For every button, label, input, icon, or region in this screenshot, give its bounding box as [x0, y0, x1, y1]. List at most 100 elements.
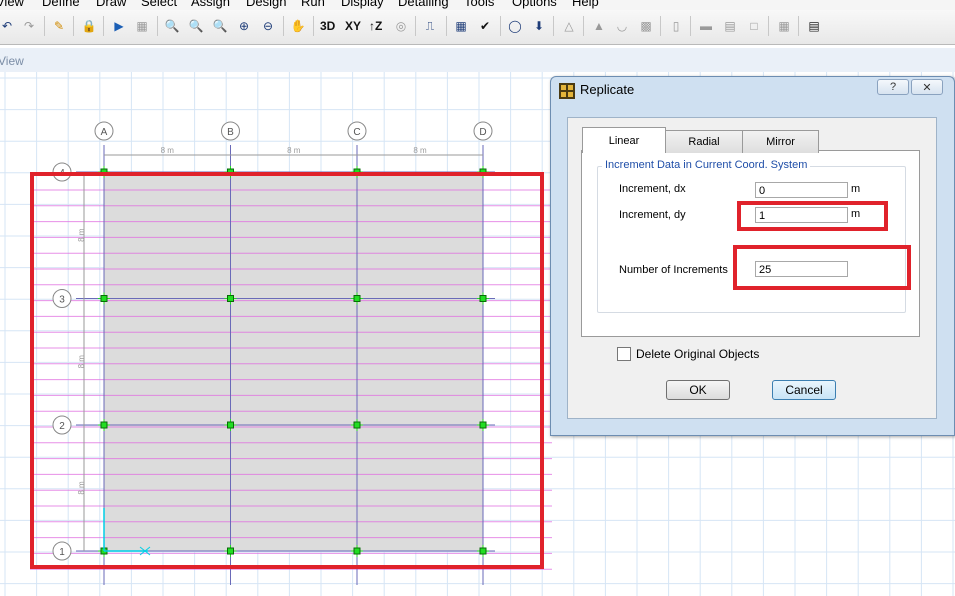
grid-bubble-label: C — [353, 127, 360, 138]
menu-assign[interactable]: Assign — [191, 0, 230, 9]
num-increments-field[interactable]: 25 — [755, 261, 848, 277]
view-z-button[interactable]: ↑Z — [369, 17, 382, 35]
dx-unit: m — [851, 183, 861, 195]
undo-icon[interactable]: ↶ — [0, 17, 16, 35]
menu-draw[interactable]: Draw — [96, 0, 126, 9]
menu-tools[interactable]: Tools — [464, 0, 494, 9]
table-icon[interactable]: ▤ — [805, 17, 823, 35]
toolbar-separator — [446, 16, 447, 36]
toolbar-separator — [660, 16, 661, 36]
grid-bubble-label: A — [101, 127, 108, 138]
tab-mirror[interactable]: Mirror — [742, 130, 819, 153]
grid-bubble-label: 3 — [59, 295, 65, 306]
joint — [227, 168, 234, 176]
toolbar-separator — [103, 16, 104, 36]
grid-bubble-label: 2 — [59, 421, 65, 432]
menu-design[interactable]: Design — [246, 0, 286, 9]
toolbar-separator — [73, 16, 74, 36]
toolbar-separator — [313, 16, 314, 36]
grid-bubble-label: 4 — [59, 168, 65, 179]
dimension-label: 8 m — [77, 355, 86, 369]
slab-area — [104, 172, 483, 551]
delete-original-label: Delete Original Objects — [636, 347, 760, 361]
column-icon[interactable]: ▲ — [590, 17, 608, 35]
toolbar-separator — [157, 16, 158, 36]
toolbar-separator — [500, 16, 501, 36]
dimension-label: 8 m — [77, 228, 86, 242]
select-box-icon[interactable]: □ — [745, 17, 763, 35]
beam-icon[interactable]: ◡ — [613, 17, 631, 35]
menu-detailing[interactable]: Detailing — [398, 0, 449, 9]
joint — [353, 421, 361, 429]
check-icon[interactable]: ✔ — [476, 17, 494, 35]
toolbar-separator — [283, 16, 284, 36]
section-icon[interactable]: ▬ — [697, 17, 715, 35]
grid-bubble-label: 1 — [59, 547, 65, 558]
run-analysis-icon[interactable]: ▶ — [110, 17, 128, 35]
lock-model-icon[interactable]: ▦ — [133, 17, 151, 35]
toolbar-separator — [415, 16, 416, 36]
zoom-out-icon[interactable]: ⊖ — [259, 17, 277, 35]
properties-icon[interactable]: ▤ — [721, 17, 739, 35]
menu-view[interactable]: View — [0, 0, 24, 9]
delete-original-checkbox[interactable] — [617, 347, 631, 361]
menu-display[interactable]: Display — [341, 0, 384, 9]
snap-grid-icon[interactable]: ▦ — [452, 17, 470, 35]
dy-label: Increment, dy — [619, 209, 686, 221]
joint — [479, 168, 487, 176]
grid-bubble-label: D — [479, 127, 486, 138]
joint — [227, 295, 234, 302]
rotate-view-icon[interactable]: ◎ — [392, 17, 410, 35]
ok-button[interactable]: OK — [666, 380, 730, 400]
view-xy-button[interactable]: XY — [345, 17, 361, 35]
wall-icon[interactable]: ▯ — [667, 17, 685, 35]
pencil-icon[interactable]: ✎ — [50, 17, 68, 35]
zoom-window-icon[interactable]: 🔍 — [163, 17, 181, 35]
tab-linear[interactable]: Linear — [582, 127, 666, 153]
cancel-button[interactable]: Cancel — [772, 380, 836, 400]
toolbar-separator — [553, 16, 554, 36]
close-button[interactable]: ✕ — [911, 79, 943, 95]
dx-field[interactable]: 0 — [755, 182, 848, 198]
pan-hand-icon[interactable]: ✋ — [289, 17, 307, 35]
triangle-icon[interactable]: △ — [560, 17, 578, 35]
joint — [100, 168, 108, 176]
circle-icon[interactable]: ◯ — [506, 17, 524, 35]
increment-group-title: Increment Data in Current Coord. System — [602, 159, 811, 171]
dimension-label: 8 m — [287, 146, 301, 155]
app-icon — [559, 83, 575, 99]
menu-options[interactable]: Options — [512, 0, 557, 9]
menu-select[interactable]: Select — [141, 0, 177, 9]
glasses-icon[interactable]: ⎍ — [421, 17, 439, 35]
dialog-title: Replicate — [580, 82, 635, 97]
joint — [479, 547, 487, 555]
view-3d-button[interactable]: 3D — [320, 17, 335, 35]
joint — [353, 168, 361, 176]
toolbar-separator — [798, 16, 799, 36]
menu-define[interactable]: Define — [42, 0, 80, 9]
toolbar-separator — [690, 16, 691, 36]
zoom-restore-icon[interactable]: 🔍 — [187, 17, 205, 35]
grid-bubble-label: B — [227, 127, 234, 138]
menu-bar: View Define Draw Select Assign Design Ru… — [0, 0, 955, 10]
toolbar-separator — [583, 16, 584, 36]
redo-icon[interactable]: ↷ — [20, 17, 38, 35]
num-increments-label: Number of Increments — [619, 264, 728, 276]
zoom-full-icon[interactable]: 🔍 — [211, 17, 229, 35]
tab-radial[interactable]: Radial — [664, 130, 744, 153]
menu-help[interactable]: Help — [572, 0, 599, 9]
joint — [479, 295, 487, 302]
view-title: View — [0, 54, 24, 68]
help-button[interactable]: ? — [877, 79, 909, 95]
dy-field[interactable]: 1 — [755, 207, 848, 223]
grid-icon[interactable]: ▦ — [775, 17, 793, 35]
zoom-in-icon[interactable]: ⊕ — [235, 17, 253, 35]
toolbar: ↶ ↷ ✎ 🔒 ▶ ▦ 🔍 🔍 🔍 ⊕ ⊖ ✋ 3D XY ↑Z ◎ ⎍ ▦ ✔… — [0, 10, 955, 45]
slab-icon[interactable]: ▩ — [637, 17, 655, 35]
menu-run[interactable]: Run — [301, 0, 325, 9]
joint — [353, 547, 361, 555]
lock-icon[interactable]: 🔒 — [80, 17, 98, 35]
joint — [479, 421, 487, 429]
joint — [227, 547, 234, 555]
download-icon[interactable]: ⬇ — [530, 17, 548, 35]
